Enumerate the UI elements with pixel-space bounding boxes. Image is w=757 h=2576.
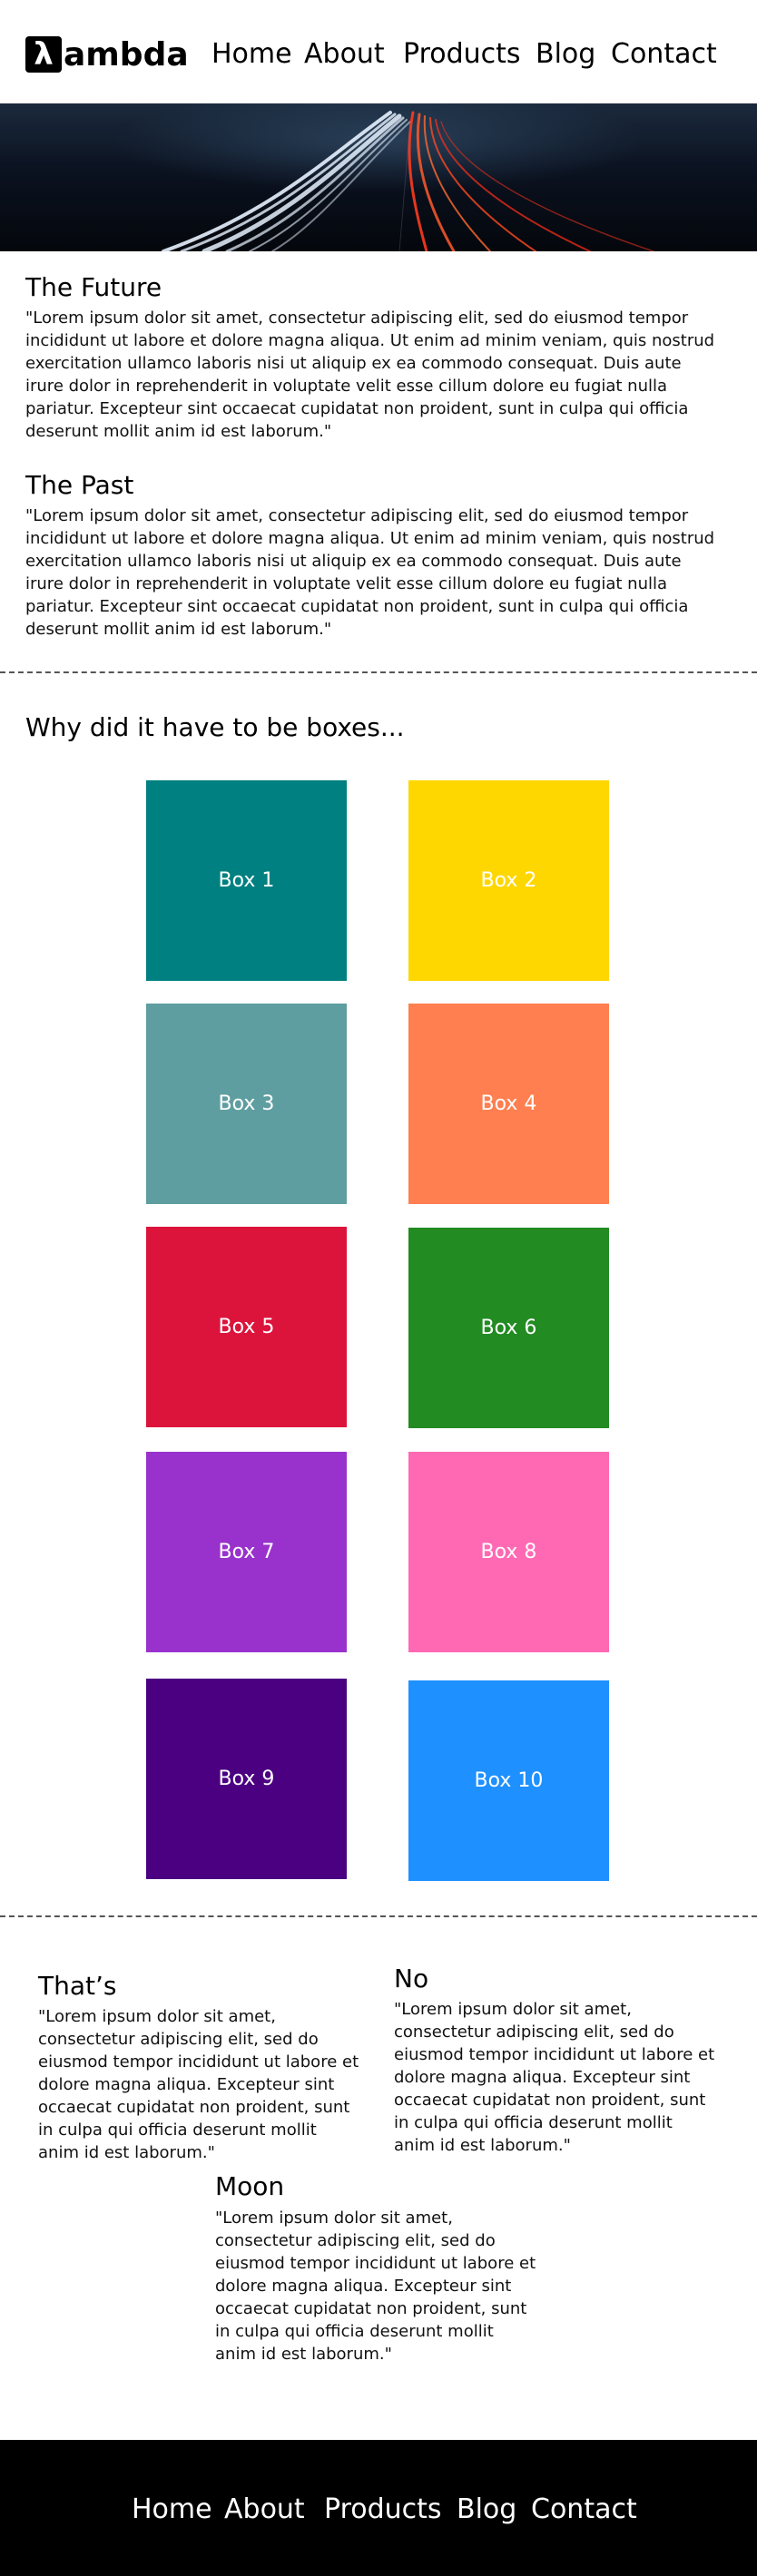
box-6: Box 6 (408, 1228, 609, 1428)
box-1: Box 1 (146, 780, 347, 981)
nav-blog[interactable]: Blog (536, 38, 595, 70)
box-label: Box 5 (218, 1316, 275, 1338)
box-10: Box 10 (408, 1680, 609, 1881)
card-title-moon: Moon (215, 2171, 285, 2201)
section-text-future: "Lorem ipsum dolor sit amet, consectetur… (25, 309, 715, 441)
box-label: Box 3 (218, 1092, 275, 1115)
card-text-thats: "Lorem ipsum dolor sit amet, consectetur… (38, 2007, 359, 2162)
logo[interactable]: λ ambda (25, 34, 189, 74)
box-label: Box 9 (218, 1768, 275, 1790)
box-9: Box 9 (146, 1679, 347, 1879)
section-title-future: The Future (25, 272, 162, 302)
section-title-past: The Past (25, 470, 134, 500)
nav-products[interactable]: Products (403, 38, 521, 70)
box-label: Box 10 (474, 1769, 544, 1792)
box-label: Box 4 (480, 1092, 537, 1115)
footer-nav-home[interactable]: Home (132, 2493, 212, 2525)
section-text-past: "Lorem ipsum dolor sit amet, consectetur… (25, 506, 715, 639)
box-label: Box 1 (218, 869, 275, 892)
section-divider (0, 1915, 757, 1917)
box-2: Box 2 (408, 780, 609, 981)
box-label: Box 8 (480, 1541, 537, 1563)
nav-contact[interactable]: Contact (611, 38, 717, 70)
logo-wordmark: ambda (64, 35, 189, 73)
nav-about[interactable]: About (304, 38, 385, 70)
footer-nav-blog[interactable]: Blog (457, 2493, 516, 2525)
nav-home[interactable]: Home (211, 38, 292, 70)
box-5: Box 5 (146, 1227, 347, 1427)
card-title-thats: That’s (38, 1971, 117, 2001)
hero-image (0, 103, 757, 251)
footer-nav-about[interactable]: About (224, 2493, 305, 2525)
box-label: Box 6 (480, 1317, 537, 1339)
card-text-no: "Lorem ipsum dolor sit amet, consectetur… (394, 2000, 715, 2155)
box-3: Box 3 (146, 1004, 347, 1204)
box-label: Box 7 (218, 1541, 275, 1563)
footer-nav-contact[interactable]: Contact (531, 2493, 637, 2525)
card-title-no: No (394, 1964, 429, 1993)
box-7: Box 7 (146, 1452, 347, 1652)
box-label: Box 2 (480, 869, 537, 892)
footer-nav-products[interactable]: Products (324, 2493, 442, 2525)
box-8: Box 8 (408, 1452, 609, 1652)
box-4: Box 4 (408, 1004, 609, 1204)
boxes-heading: Why did it have to be boxes... (25, 712, 405, 742)
section-divider (0, 671, 757, 673)
card-text-moon: "Lorem ipsum dolor sit amet, consectetur… (215, 2209, 536, 2364)
lambda-logo-icon: λ (25, 36, 62, 73)
